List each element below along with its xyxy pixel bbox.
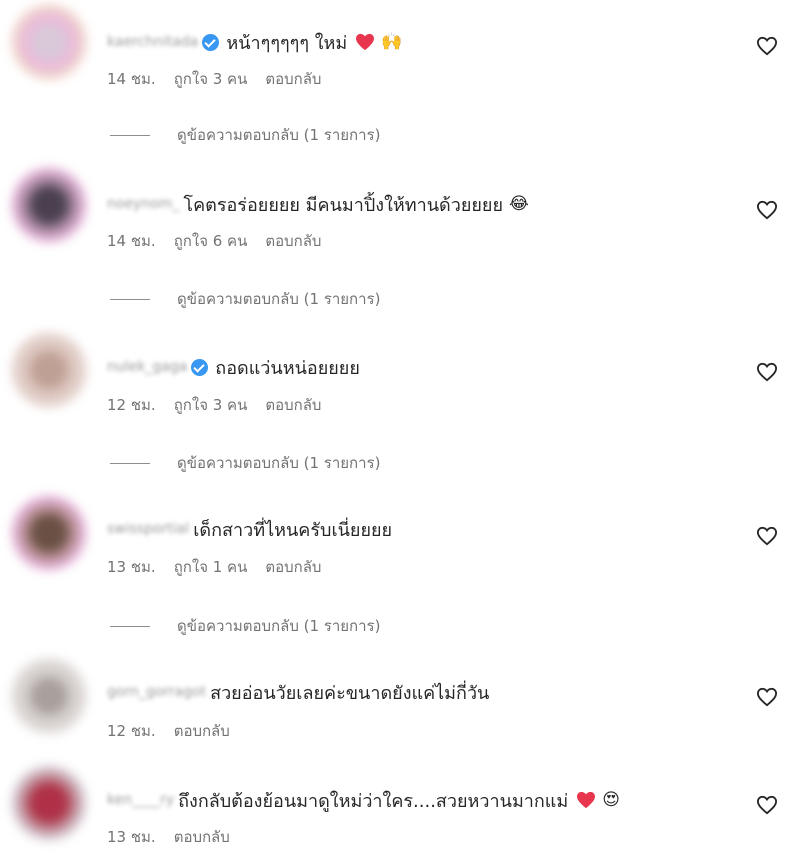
replies-divider (110, 625, 150, 627)
comment-username[interactable]: nulek_gaga (107, 359, 187, 375)
comment-time[interactable]: 14 ชม. (107, 229, 156, 253)
emoji: 🙌 (381, 32, 403, 52)
view-replies-label: ดูข้อความตอบกลับ (1 รายการ) (177, 290, 381, 308)
comment-text: สวยอ่อนวัยเลยค่ะขนาดยังแค่ไม่กี่วัน (210, 682, 490, 704)
comment-content: ken____ry ถึงกลับต้องย้อนมาดูใหม่ว่าใคร.… (107, 787, 620, 813)
verified-badge-icon (191, 358, 209, 376)
comment-username[interactable]: swissportial (107, 521, 189, 537)
comment-content: gorn_gorragot สวยอ่อนวัยเลยค่ะขนาดยังแค่… (107, 679, 489, 705)
avatar[interactable] (11, 332, 87, 408)
comment-text: เด็กสาวที่ไหนครับเนี่ยยยย (193, 519, 393, 541)
avatar[interactable] (11, 658, 87, 734)
comment-meta: 14 ชม. ถูกใจ 3 คน ตอบกลับ (107, 69, 339, 89)
reply-button[interactable]: ตอบกลับ (174, 719, 230, 743)
reply-button[interactable]: ตอบกลับ (265, 393, 321, 417)
view-replies-button[interactable]: ดูข้อความตอบกลับ (1 รายการ) (110, 453, 380, 473)
comment-time[interactable]: 14 ชม. (107, 67, 156, 91)
avatar[interactable] (11, 4, 87, 80)
comment-likes[interactable]: ถูกใจ 3 คน (174, 67, 248, 91)
replies-divider (110, 298, 150, 300)
comment-username[interactable]: noeynom_ (107, 196, 179, 212)
verified-badge-icon (202, 33, 220, 51)
comment-username[interactable]: gorn_gorragot (107, 684, 206, 700)
view-replies-label: ดูข้อความตอบกลับ (1 รายการ) (177, 454, 381, 472)
avatar[interactable] (11, 167, 87, 243)
heart-outline-icon[interactable] (756, 36, 778, 56)
comment-meta: 14 ชม. ถูกใจ 6 คน ตอบกลับ (107, 231, 339, 251)
comment-meta: 13 ชม. ถูกใจ 1 คน ตอบกลับ (107, 557, 339, 577)
replies-divider (110, 134, 150, 136)
emoji: 😂 (509, 194, 529, 214)
comment-text: โคตรอร่อยยยย มีคนมาปิ้งให้ทานด้วยยยย (183, 194, 504, 216)
pink-heart-emoji (356, 33, 375, 51)
view-replies-button[interactable]: ดูข้อความตอบกลับ (1 รายการ) (110, 125, 380, 145)
comment-content: swissportial เด็กสาวที่ไหนครับเนี่ยยยย (107, 516, 392, 542)
comment-text: ถอดแว่นหน่อยยยย (215, 357, 360, 379)
comment-meta: 13 ชม. ตอบกลับ (107, 827, 248, 847)
view-replies-button[interactable]: ดูข้อความตอบกลับ (1 รายการ) (110, 289, 380, 309)
comment-meta: 12 ชม. ถูกใจ 3 คน ตอบกลับ (107, 395, 339, 415)
comment-time[interactable]: 12 ชม. (107, 393, 156, 417)
heart-outline-icon[interactable] (756, 200, 778, 220)
emoji: 😍 (602, 790, 621, 810)
comment-time[interactable]: 13 ชม. (107, 825, 156, 849)
avatar[interactable] (11, 765, 87, 841)
comment-username[interactable]: ken____ry (107, 792, 174, 808)
comment-content: kaerchnitada หน้าๆๆๆๆๆ ใหม่ 🙌 (107, 29, 402, 55)
reply-button[interactable]: ตอบกลับ (174, 825, 230, 849)
comment-time[interactable]: 13 ชม. (107, 555, 156, 579)
comment-text: หน้าๆๆๆๆๆ ใหม่ (226, 32, 348, 54)
comment-username[interactable]: kaerchnitada (107, 34, 198, 50)
reply-button[interactable]: ตอบกลับ (265, 555, 321, 579)
heart-outline-icon[interactable] (756, 795, 778, 815)
pink-heart-emoji (577, 791, 596, 809)
heart-outline-icon[interactable] (756, 362, 778, 382)
replies-divider (110, 462, 150, 464)
comment-meta: 12 ชม. ตอบกลับ (107, 721, 248, 741)
comment-content: noeynom_ โคตรอร่อยยยย มีคนมาปิ้งให้ทานด้… (107, 191, 529, 217)
comment-likes[interactable]: ถูกใจ 6 คน (174, 229, 248, 253)
view-replies-button[interactable]: ดูข้อความตอบกลับ (1 รายการ) (110, 616, 380, 636)
reply-button[interactable]: ตอบกลับ (265, 229, 321, 253)
heart-outline-icon[interactable] (756, 526, 778, 546)
reply-button[interactable]: ตอบกลับ (265, 67, 321, 91)
comment-likes[interactable]: ถูกใจ 3 คน (174, 393, 248, 417)
comment-text: ถึงกลับต้องย้อนมาดูใหม่ว่าใคร....สวยหวาน… (178, 790, 569, 812)
view-replies-label: ดูข้อความตอบกลับ (1 รายการ) (177, 126, 381, 144)
comment-content: nulek_gaga ถอดแว่นหน่อยยยย (107, 354, 360, 380)
comment-time[interactable]: 12 ชม. (107, 719, 156, 743)
comment-likes[interactable]: ถูกใจ 1 คน (174, 555, 248, 579)
avatar[interactable] (11, 495, 87, 571)
heart-outline-icon[interactable] (756, 687, 778, 707)
view-replies-label: ดูข้อความตอบกลับ (1 รายการ) (177, 617, 381, 635)
